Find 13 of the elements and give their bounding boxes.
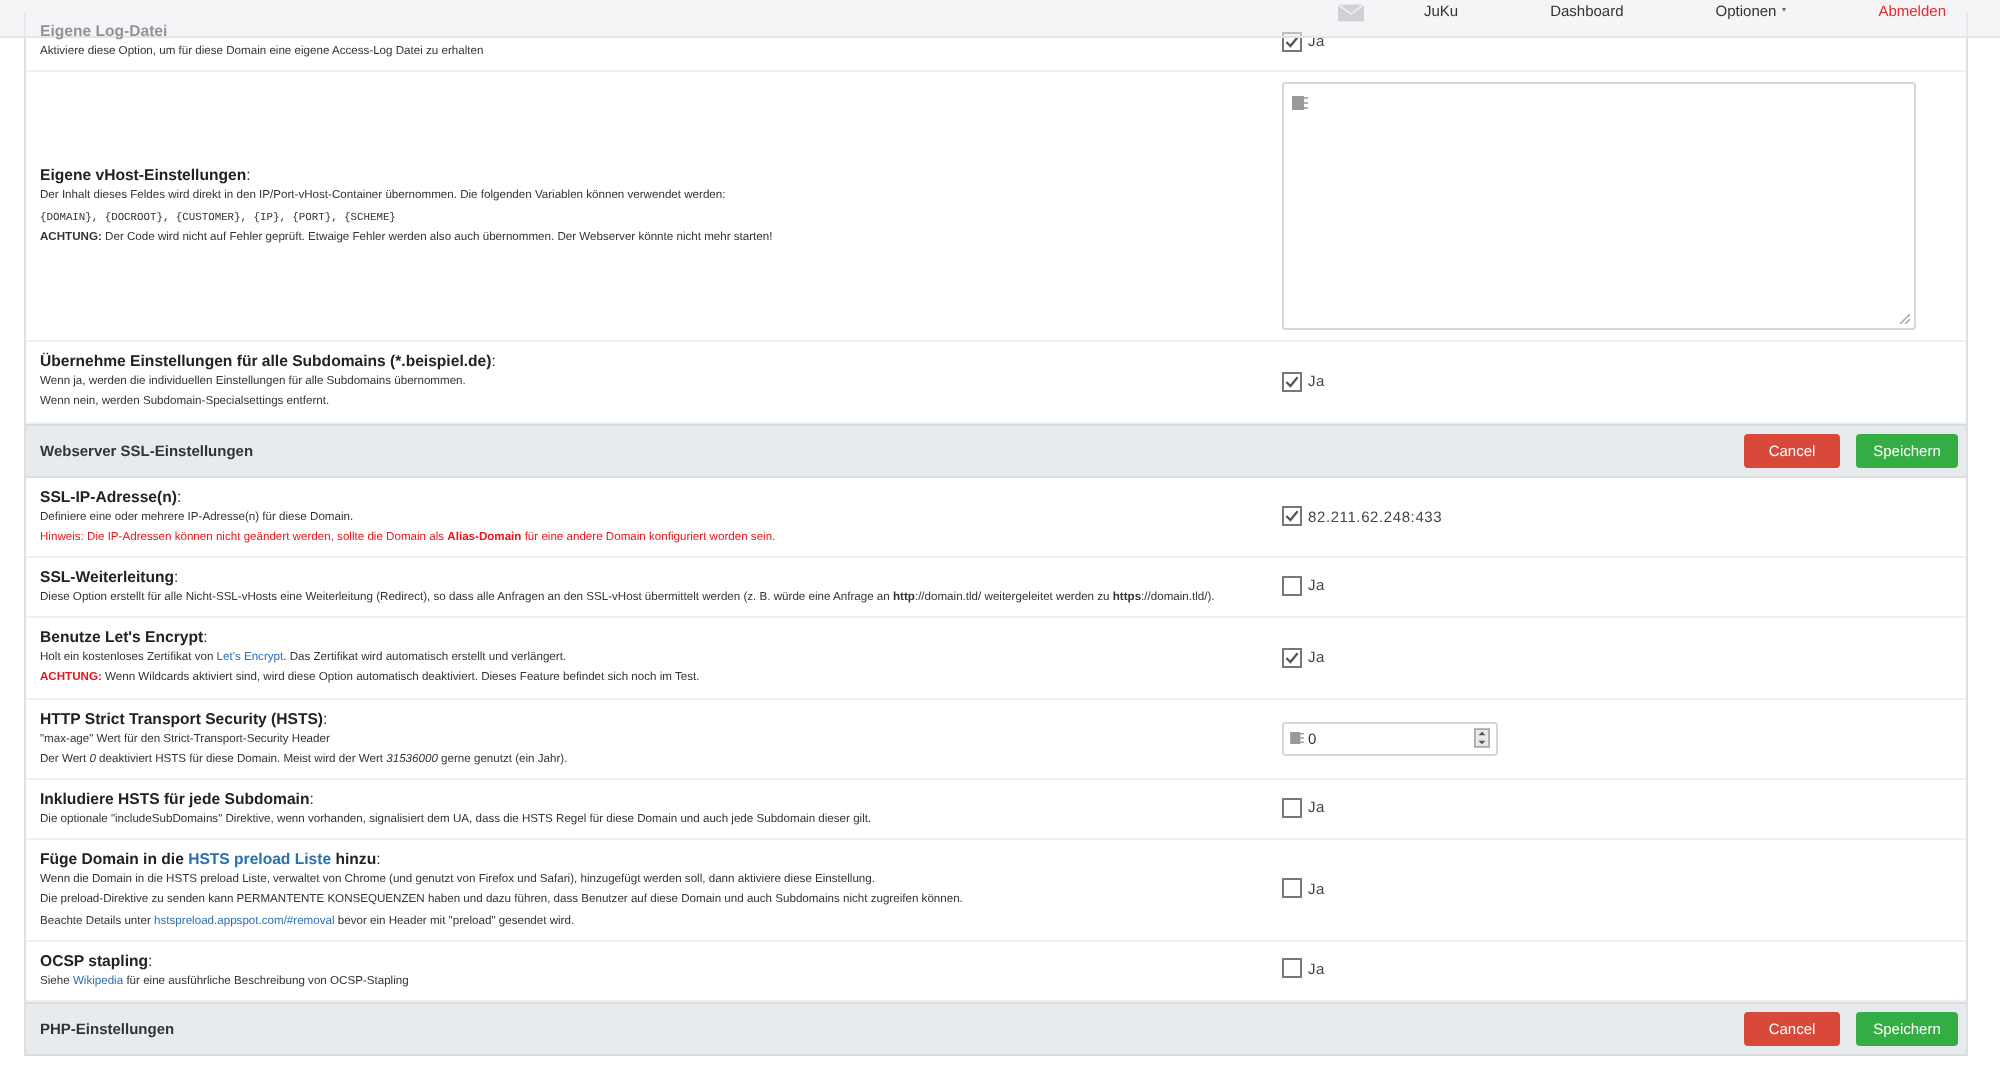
caret-icon	[1782, 8, 1787, 12]
spinner-icon[interactable]	[1474, 728, 1490, 749]
checkbox[interactable]	[1282, 31, 1302, 52]
checkbox[interactable]	[1282, 647, 1302, 668]
resize-grip-icon[interactable]	[1898, 312, 1910, 325]
checkbox[interactable]	[1282, 878, 1302, 899]
list-icon	[1290, 732, 1304, 745]
checkbox[interactable]	[1282, 506, 1302, 527]
checkbox[interactable]	[1282, 575, 1302, 596]
checkbox[interactable]	[1282, 958, 1302, 979]
checkbox[interactable]	[1282, 371, 1302, 392]
checkbox[interactable]	[1282, 797, 1302, 818]
list-icon	[1292, 96, 1308, 111]
